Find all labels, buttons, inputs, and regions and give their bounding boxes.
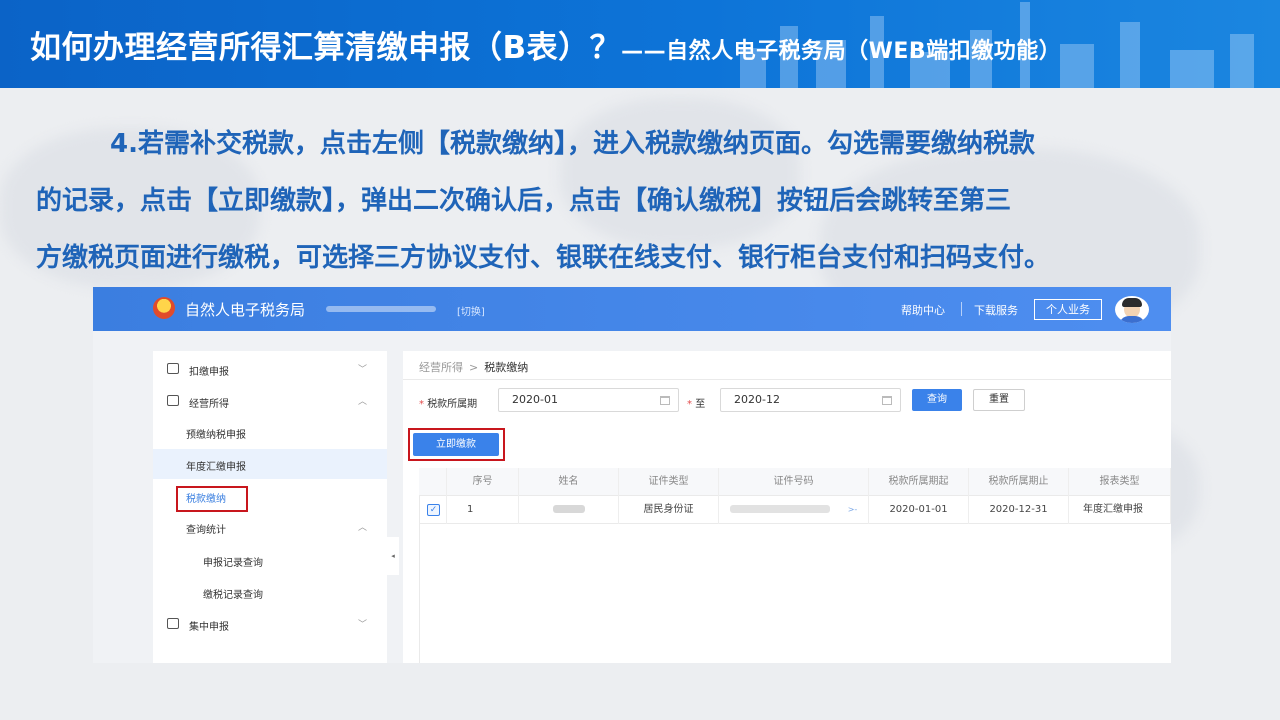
app-header: 自然人电子税务局 [切换] 帮助中心 下载服务 个人业务	[93, 287, 1171, 331]
main-content: 经营所得 > 税款缴纳 * 税款所属期 2020-01 * 至 2020-12 查询…	[403, 351, 1171, 663]
chevron-down-icon: ﹀	[358, 365, 368, 375]
period-label: * 税款所属期	[419, 395, 477, 410]
header-index: 序号	[447, 468, 519, 496]
blurred-name	[552, 505, 585, 513]
instruction-line-2: 的记录，点击【立即缴款】，弹出二次确认后，点击【确认缴税】按钮后会跳转至第三	[36, 186, 1012, 216]
to-label: * 至	[687, 395, 705, 410]
instruction-line-3: 方缴税页面进行缴税，可选择三方协议支付、银联在线支付、银行柜台支付和扫码支付。	[36, 243, 1051, 273]
sidebar-item-label: 经营所得	[189, 399, 229, 410]
header-id-type: 证件类型	[619, 468, 719, 496]
calendar-icon	[660, 396, 670, 405]
chevron-up-icon: ︿	[358, 397, 368, 407]
briefcase-icon	[167, 395, 179, 406]
blurred-company-name	[326, 306, 436, 312]
avatar-hair	[1122, 298, 1142, 307]
row-period-end: 2020-12-31	[969, 496, 1069, 524]
period-start-value: 2020-01	[512, 393, 558, 406]
row-id-number: >-	[719, 496, 869, 524]
header-period-end: 税款所属期止	[969, 468, 1069, 496]
switch-link[interactable]: [切换]	[457, 303, 485, 318]
required-mark: *	[419, 399, 424, 410]
breadcrumb: 经营所得 > 税款缴纳	[419, 359, 528, 375]
header-name: 姓名	[519, 468, 619, 496]
header-id-number: 证件号码	[719, 468, 869, 496]
title-sub: ——自然人电子税务局（WEB端扣缴功能）	[621, 39, 1062, 64]
avatar[interactable]	[1115, 296, 1149, 323]
required-mark: *	[687, 399, 692, 410]
row-report-type: 年度汇缴申报	[1069, 496, 1171, 524]
chevron-down-icon: ﹀	[358, 620, 368, 630]
table-row[interactable]: ✓ 1 居民身份证 >- 2020-01-01 2020-12-31 年度汇缴申…	[419, 496, 1171, 524]
tax-payment-highlight	[176, 486, 248, 512]
sidebar-item-batch-declaration[interactable]: 集中申报 ﹀	[153, 609, 387, 639]
reset-button[interactable]: 重置	[973, 389, 1025, 411]
table-header-row: 序号 姓名 证件类型 证件号码 税款所属期起 税款所属期止 报表类型	[419, 468, 1171, 496]
sidebar-item-label: 缴税记录查询	[203, 590, 263, 601]
sidebar-item-label: 申报记录查询	[203, 558, 263, 569]
period-start-input[interactable]: 2020-01	[498, 388, 679, 412]
instruction-line-1: 4.若需补交税款，点击左侧【税款缴纳】，进入税款缴纳页面。勾选需要缴纳税款	[110, 129, 1035, 159]
sidebar-item-label: 扣缴申报	[189, 367, 229, 378]
to-label-text: 至	[695, 399, 706, 410]
row-period-start: 2020-01-01	[869, 496, 969, 524]
reveal-eye-icon[interactable]: >-	[848, 505, 858, 514]
sidebar-item-query-stats[interactable]: 查询统计 ︿	[153, 512, 387, 542]
period-end-value: 2020-12	[734, 393, 780, 406]
sidebar-item-label: 年度汇缴申报	[186, 462, 246, 473]
page-title: 如何办理经营所得汇算清缴申报（B表）？——自然人电子税务局（WEB端扣缴功能）	[30, 22, 1061, 67]
sidebar-item-annual-settlement[interactable]: 年度汇缴申报	[153, 449, 387, 479]
breadcrumb-current: 税款缴纳	[484, 361, 529, 374]
blurred-id-number	[729, 505, 830, 513]
header-select	[419, 468, 447, 496]
row-index: 1	[447, 496, 519, 524]
sidebar-item-business-income[interactable]: 经营所得 ︿	[153, 386, 387, 416]
row-id-type: 居民身份证	[619, 496, 719, 524]
sidebar-item-withholding[interactable]: 扣缴申报 ﹀	[153, 354, 387, 384]
breadcrumb-parent[interactable]: 经营所得	[419, 361, 463, 374]
header-report-type: 报表类型	[1069, 468, 1171, 496]
avatar-shirt	[1119, 316, 1145, 323]
sidebar-item-label: 预缴纳税申报	[186, 430, 246, 441]
document-icon	[167, 363, 179, 374]
header-period-start: 税款所属期起	[869, 468, 969, 496]
instruction-text: 4.若需补交税款，点击左侧【税款缴纳】，进入税款缴纳页面。勾选需要缴纳税款 的记…	[36, 116, 1251, 287]
sidebar-item-declaration-records[interactable]: 申报记录查询	[153, 545, 387, 575]
help-center-link[interactable]: 帮助中心	[901, 302, 945, 318]
chevron-up-icon: ︿	[358, 523, 368, 533]
period-end-input[interactable]: 2020-12	[720, 388, 901, 412]
header-separator	[961, 302, 962, 316]
app-name: 自然人电子税务局	[185, 301, 306, 319]
sidebar-item-prepayment[interactable]: 预缴纳税申报	[153, 417, 387, 447]
sidebar-item-label: 集中申报	[189, 622, 229, 633]
calendar-icon	[882, 396, 892, 405]
pay-now-highlight	[408, 428, 505, 461]
download-service-link[interactable]: 下载服务	[974, 302, 1018, 318]
query-button[interactable]: 查询	[912, 389, 962, 411]
sidebar-menu: 扣缴申报 ﹀ 经营所得 ︿ 预缴纳税申报 年度汇缴申报 税款缴纳 查询统计 ︿ …	[153, 351, 387, 663]
title-main: 如何办理经营所得汇算清缴申报（B表）？	[30, 30, 622, 66]
national-emblem-icon	[153, 297, 175, 319]
title-banner: 如何办理经营所得汇算清缴申报（B表）？——自然人电子税务局（WEB端扣缴功能）	[0, 0, 1280, 88]
breadcrumb-separator: >	[469, 361, 479, 374]
header-divider	[403, 379, 1171, 380]
sidebar-item-label: 查询统计	[186, 525, 226, 536]
personal-business-button[interactable]: 个人业务	[1034, 299, 1102, 320]
row-select-cell[interactable]: ✓	[419, 496, 447, 524]
period-label-text: 税款所属期	[427, 399, 478, 410]
row-name	[519, 496, 619, 524]
sidebar-item-payment-records[interactable]: 缴税记录查询	[153, 577, 387, 607]
tax-app-window: 自然人电子税务局 [切换] 帮助中心 下载服务 个人业务 扣缴申报 ﹀ 经营所得…	[93, 287, 1171, 663]
sidebar-collapse-toggle[interactable]: ◂	[387, 537, 399, 575]
batch-icon	[167, 618, 179, 629]
row-checkbox[interactable]: ✓	[427, 504, 440, 516]
